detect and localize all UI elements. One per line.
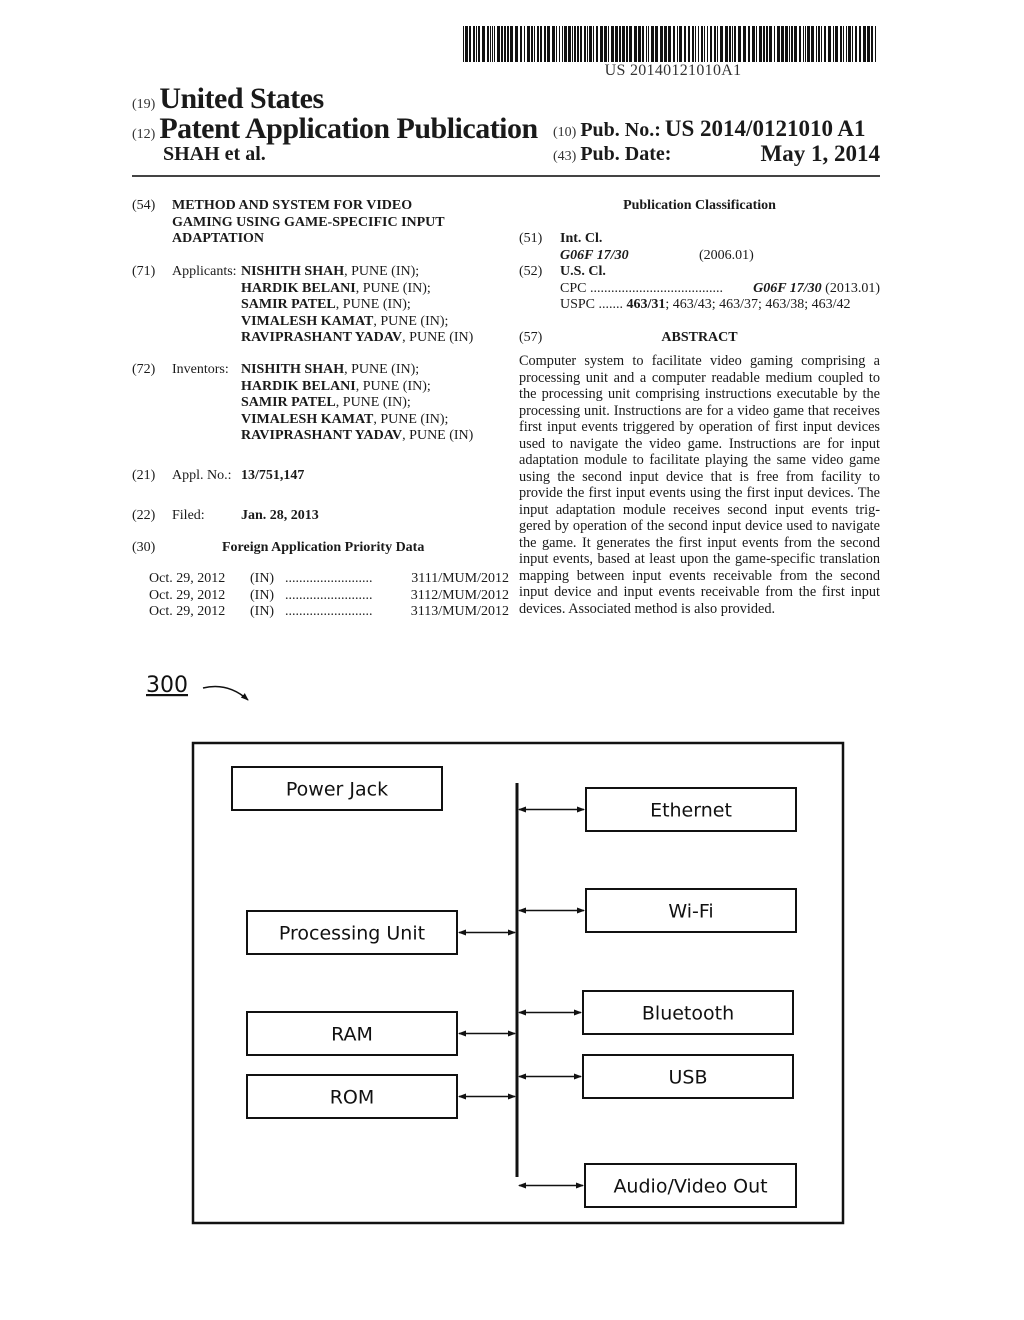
block-label: Audio/Video Out: [613, 1176, 767, 1198]
block-wi-fi: Wi-Fi: [518, 888, 797, 933]
block-label: Power Jack: [286, 779, 388, 801]
block-label: Bluetooth: [642, 1003, 734, 1025]
figure-300: 300 Power Jack Processing Unit RAM ROM Ether…: [146, 673, 845, 1225]
block-ram: RAM: [246, 1011, 516, 1056]
figure-reference-label: 300: [146, 673, 188, 698]
block-audio-video-out: Audio/Video Out: [518, 1163, 797, 1208]
reference-arrow-icon: [202, 685, 249, 701]
block-usb: USB: [518, 1054, 794, 1099]
block-label: USB: [668, 1067, 707, 1089]
block-bluetooth: Bluetooth: [518, 990, 794, 1035]
block-label: Processing Unit: [279, 923, 425, 945]
block-power-jack: Power Jack: [231, 766, 443, 811]
block-label: ROM: [330, 1087, 375, 1109]
block-ethernet: Ethernet: [518, 787, 797, 832]
block-processing-unit: Processing Unit: [246, 910, 516, 955]
block-rom: ROM: [246, 1074, 516, 1119]
block-label: Wi-Fi: [668, 901, 713, 923]
block-label: RAM: [331, 1024, 373, 1046]
block-label: Ethernet: [650, 800, 732, 822]
